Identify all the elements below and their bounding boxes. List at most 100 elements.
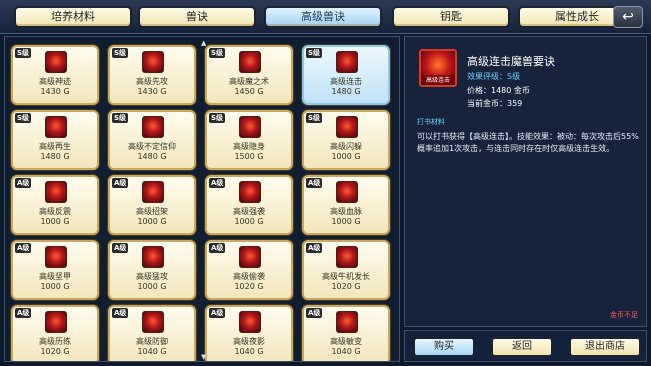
grade-badge: S级 [112, 48, 129, 58]
skill-book-icon [142, 311, 164, 333]
item-name: 高级牛机发长 [322, 272, 370, 281]
grade-badge: A级 [209, 308, 226, 318]
item-price: 1000 G [137, 217, 167, 226]
skill-book-icon [336, 116, 358, 138]
grade-badge: S级 [112, 113, 129, 123]
item-card-selected[interactable]: S级 高级连击 1480 G [302, 45, 390, 105]
item-name: 高级血脉 [330, 207, 362, 216]
item-card[interactable]: S级 高级闪躲 1000 G [302, 110, 390, 170]
skill-book-icon [336, 246, 358, 268]
item-price: 1040 G [234, 347, 264, 356]
item-price: 1020 G [234, 282, 264, 291]
item-name: 高级先攻 [136, 77, 168, 86]
item-card[interactable]: S级 高级隐身 1500 G [205, 110, 293, 170]
buy-button[interactable]: 购买 [413, 337, 475, 357]
item-card[interactable]: A级 高级敏变 1040 G [302, 305, 390, 361]
grade-badge: S级 [306, 48, 323, 58]
skill-book-icon [142, 116, 164, 138]
item-price: 1480 G [40, 152, 70, 161]
item-price: 1500 G [234, 152, 264, 161]
grade-badge: A级 [306, 178, 323, 188]
grade-badge: A级 [306, 243, 323, 253]
item-card[interactable]: A级 高级坚甲 1000 G [11, 240, 99, 300]
item-price: 1020 G [40, 347, 70, 356]
skill-book-icon [45, 181, 67, 203]
item-card[interactable]: A级 高级偷袭 1020 G [205, 240, 293, 300]
skill-book-icon [239, 246, 261, 268]
item-price: 1450 G [234, 87, 264, 96]
item-card[interactable]: S级 高级魔之术 1450 G [205, 45, 293, 105]
grade-badge: A级 [306, 308, 323, 318]
grade-badge: A级 [15, 243, 32, 253]
item-name: 高级猛攻 [136, 272, 168, 281]
tab-advanced-beast-skills[interactable]: 高级兽诀 [264, 6, 382, 28]
item-price: 1040 G [331, 347, 361, 356]
item-card[interactable]: A级 高级强袭 1000 G [205, 175, 293, 235]
item-price: 1000 G [40, 217, 70, 226]
item-card[interactable]: A级 高级猛攻 1000 G [108, 240, 196, 300]
item-price: 1000 G [331, 217, 361, 226]
item-price: 1430 G [40, 87, 70, 96]
item-name: 高级强袭 [233, 207, 265, 216]
grade-badge: S级 [15, 48, 32, 58]
item-name: 高级连击 [330, 77, 362, 86]
skill-book-icon [45, 51, 67, 73]
item-price: 1480 G [137, 152, 167, 161]
item-name: 高级招架 [136, 207, 168, 216]
skill-book-icon [45, 116, 67, 138]
item-name: 高级历练 [39, 337, 71, 346]
tab-beast-skills[interactable]: 兽诀 [138, 6, 256, 28]
skill-book-icon [336, 311, 358, 333]
item-card[interactable]: A级 高级血脉 1000 G [302, 175, 390, 235]
skill-book-icon [45, 311, 67, 333]
back-button[interactable]: ↩ [613, 6, 643, 28]
item-card[interactable]: S级 高级不定信仰 1480 G [108, 110, 196, 170]
scroll-up-icon[interactable]: ▲ [201, 39, 206, 47]
item-name: 高级魔之术 [229, 77, 269, 86]
effect-grade: 效果评级：S级 [467, 72, 521, 81]
tab-training-materials[interactable]: 培养材料 [14, 6, 132, 28]
item-card[interactable]: S级 高级神迹 1430 G [11, 45, 99, 105]
item-price: 1000 G [40, 282, 70, 291]
skill-book-icon [336, 51, 358, 73]
icon-caption: 高级连击 [421, 75, 455, 84]
item-card[interactable]: A级 高级牛机发长 1020 G [302, 240, 390, 300]
grade-badge: A级 [112, 178, 129, 188]
skill-book-icon [142, 51, 164, 73]
item-card[interactable]: S级 高级再生 1480 G [11, 110, 99, 170]
item-price: 1000 G [331, 152, 361, 161]
skill-book-icon [239, 51, 261, 73]
scroll-down-icon[interactable]: ▼ [201, 353, 206, 361]
selected-skill-book-icon: 高级连击 [419, 49, 457, 87]
item-name: 高级不定信仰 [128, 142, 176, 151]
exit-shop-button[interactable]: 退出商店 [569, 337, 641, 357]
skill-book-icon [239, 116, 261, 138]
item-description: 可以打书获得【高级连击】。技能效果：被动：每次攻击后55%概率追加1次攻击，与连… [417, 132, 639, 153]
item-detail-panel: 高级连击 高级连击魔兽要诀 效果评级：S级 价格：1480 金币 当前金币：35… [404, 36, 647, 327]
grade-badge: A级 [209, 243, 226, 253]
item-card[interactable]: S级 高级先攻 1430 G [108, 45, 196, 105]
item-name: 高级闪躲 [330, 142, 362, 151]
item-name: 高级夜影 [233, 337, 265, 346]
grade-badge: A级 [112, 308, 129, 318]
item-price: 1020 G [331, 282, 361, 291]
item-card[interactable]: A级 高级历练 1020 G [11, 305, 99, 361]
item-name: 高级敏变 [330, 337, 362, 346]
tab-keys[interactable]: 钥匙 [392, 6, 510, 28]
skill-book-icon [45, 246, 67, 268]
item-name: 高级偷袭 [233, 272, 265, 281]
item-grid[interactable]: ▲ S级 高级神迹 1430 G S级 高级先攻 1430 G S级 高级魔之术… [4, 36, 400, 362]
skill-book-icon [336, 181, 358, 203]
item-price: 1040 G [137, 347, 167, 356]
skill-book-icon [239, 311, 261, 333]
item-name: 高级防御 [136, 337, 168, 346]
item-price: 1000 G [137, 282, 167, 291]
action-bar: 购买 返回 退出商店 [404, 330, 647, 362]
return-button[interactable]: 返回 [491, 337, 553, 357]
item-card[interactable]: A级 高级防御 1040 G [108, 305, 196, 361]
item-card[interactable]: A级 高级夜影 1040 G [205, 305, 293, 361]
item-card[interactable]: A级 高级招架 1000 G [108, 175, 196, 235]
current-gold: 当前金币：359 [467, 99, 523, 108]
item-card[interactable]: A级 高级反震 1000 G [11, 175, 99, 235]
section-label: 打书材料 [417, 118, 445, 126]
